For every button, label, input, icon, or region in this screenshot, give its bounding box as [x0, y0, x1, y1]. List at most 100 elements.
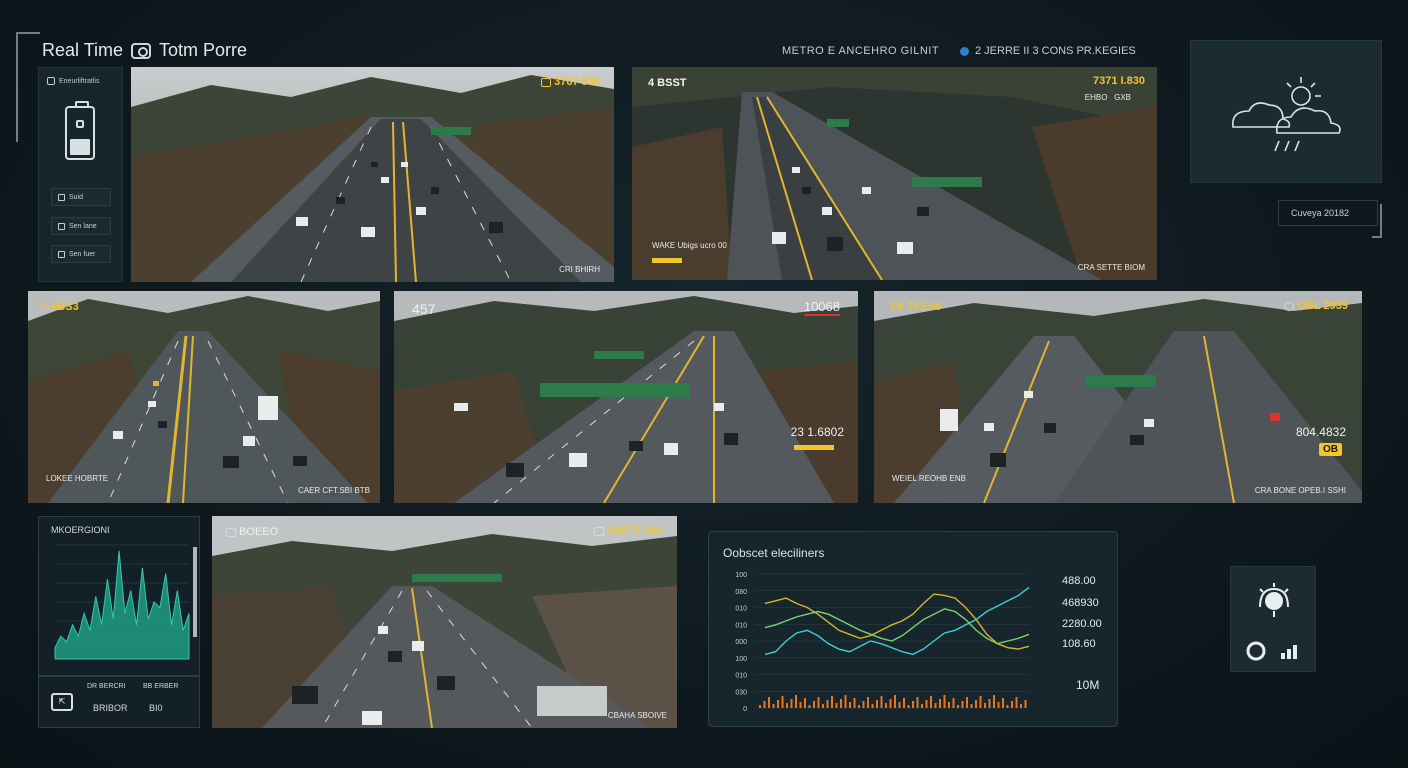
- volume-bar: [988, 699, 991, 708]
- volume-bar: [930, 696, 932, 708]
- volume-bar: [880, 696, 883, 708]
- volume-bar: [912, 701, 914, 708]
- volume-bar: [853, 698, 856, 708]
- y-tick-label: 100: [735, 656, 747, 663]
- volume-bar: [903, 698, 905, 708]
- volume-bar: [984, 703, 986, 708]
- metric-2: 468930: [1062, 597, 1099, 609]
- volume-bar: [790, 699, 793, 708]
- volume-bar: [943, 695, 946, 708]
- feed-mid-value: 23 1.6802: [790, 425, 844, 439]
- feed-caption: CAER CFT.SBI BTB: [297, 486, 370, 495]
- export-icon[interactable]: ⇱: [51, 693, 73, 711]
- y-tick-label: 010: [735, 673, 747, 680]
- volume-bar: [894, 695, 896, 708]
- volume-bar: [898, 702, 901, 708]
- sidebar-button-1[interactable]: Suid: [51, 188, 111, 206]
- volume-bar: [979, 696, 982, 708]
- frame-bracket: [16, 32, 40, 142]
- mini-chart-footer: ⇱ DR BERCRI BB ERBER BRIBOR BI0: [38, 676, 200, 728]
- volume-bar: [781, 696, 784, 708]
- volume-bar: [966, 697, 968, 708]
- volume-bar: [858, 705, 860, 708]
- volume-bar: [907, 705, 910, 708]
- camera-feed-3[interactable]: 1.6BS3 LOKEE HOBRTE CAER CFT.SBI BTB: [28, 291, 380, 503]
- mini-area-chart: [54, 544, 197, 660]
- volume-bar: [939, 699, 941, 708]
- line-chart-panel: Oobscet eleciliners 100 080 010 010 000 100 01…: [708, 531, 1118, 727]
- camera-feed-5[interactable]: E8 75.E00 OBL 2939 804.4832 OB WEIEL REO…: [874, 291, 1362, 503]
- control-panel: [1230, 566, 1316, 672]
- footer-label-b: BB ERBER: [143, 683, 179, 690]
- volume-bar: [786, 703, 788, 708]
- circle-icon[interactable]: [1246, 641, 1266, 661]
- feed-caption-left: LOKEE HOBRTE: [46, 474, 109, 483]
- chart-title: Oobscet eleciliners: [723, 546, 825, 560]
- battery-icon: [65, 101, 95, 160]
- sidebar-button-label: Sen fuer: [69, 250, 96, 258]
- volume-bar: [889, 699, 892, 708]
- highway-image: [212, 516, 677, 728]
- feed-progress: [652, 254, 682, 266]
- camera-feed-2[interactable]: 4 BSST 7371 I.830 EHBO GXB WAKE Ubigs uc…: [632, 67, 1157, 280]
- list-icon: [58, 250, 65, 258]
- app-icon: [47, 77, 55, 85]
- feed-counter: 3767 930: [541, 76, 600, 88]
- scrollbar[interactable]: [193, 547, 197, 637]
- sidebar-button-2[interactable]: Sen lane: [51, 217, 111, 235]
- feed-counter: 4 BSST: [648, 77, 687, 89]
- feed-value: 7371 I.830: [1093, 75, 1145, 87]
- y-tick-label: 080: [735, 589, 747, 596]
- feed-caption-left: WEIEL REOHB ENB: [892, 474, 966, 483]
- camera-icon: [58, 222, 65, 230]
- feed-caption: CRA BONE OPEB.I SSHI: [1254, 486, 1346, 495]
- feed-caption: CRI BHIRH: [559, 265, 600, 274]
- volume-bar: [795, 695, 797, 708]
- footer-label-d: BI0: [149, 703, 163, 713]
- volume-bar: [975, 700, 977, 708]
- volume-bar: [885, 703, 887, 708]
- camera-feed-6[interactable]: BOEEO 4SETT 660 CBAHA SBOIVE: [212, 516, 677, 728]
- volume-bar: [826, 700, 829, 708]
- volume-bar: [808, 705, 811, 708]
- grid-icon: [58, 193, 65, 201]
- volume-bar: [804, 698, 806, 708]
- volume-bar: [934, 703, 937, 708]
- sun-settings-icon[interactable]: [1259, 583, 1289, 617]
- camera-feed-4[interactable]: 457 10068 23 1.6802: [394, 291, 858, 503]
- volume-bar: [817, 697, 820, 708]
- line-chart: 100 080 010 010 000 100 010 030 0: [735, 572, 1030, 713]
- volume-bar: [763, 701, 766, 708]
- feed-value: 10068: [803, 299, 840, 316]
- series-line-2: [764, 586, 1030, 656]
- volume-bar: [840, 699, 842, 708]
- feed-sub: EHBO GXB: [1084, 93, 1131, 102]
- volume-bar: [970, 704, 973, 708]
- area-series: [54, 550, 190, 660]
- highway-image: [28, 291, 380, 503]
- weather-panel[interactable]: [1190, 40, 1382, 183]
- y-tick-label: 010: [735, 606, 747, 613]
- y-tick-label: 030: [735, 689, 747, 696]
- y-tick-label: 010: [735, 622, 747, 629]
- header-status: 2 JERRE II 3 CONS PR.KEGIES: [960, 45, 1136, 57]
- metric-1: 488.00: [1062, 575, 1096, 587]
- signal-bars-icon[interactable]: [1281, 645, 1297, 659]
- y-tick-label: 000: [735, 639, 747, 646]
- feed-caption: CBAHA SBOIVE: [607, 711, 667, 720]
- volume-bar: [844, 695, 847, 708]
- highway-image: [394, 291, 858, 503]
- cloud-rain-sun-icon: [1232, 77, 1341, 152]
- feed-caption-left: WAKE Ubigs ucro 00: [652, 241, 727, 250]
- feed-counter: E8 75.E00: [890, 301, 942, 313]
- y-tick-label: 100: [735, 572, 747, 579]
- feed-mid-value: 804.4832: [1295, 425, 1346, 439]
- feed-caption: CRA SETTE BIOM: [1077, 263, 1145, 272]
- volume-bar: [1024, 700, 1027, 708]
- camera-feed-1[interactable]: 3767 930 CRI BHIRH: [131, 67, 614, 282]
- sidebar-button-label: Sen lane: [69, 222, 97, 230]
- sidebar-button-3[interactable]: Sen fuer: [51, 245, 111, 263]
- volume-bar: [831, 696, 833, 708]
- footer-label-a: DR BERCRI: [87, 683, 126, 690]
- volume-bar: [952, 698, 955, 708]
